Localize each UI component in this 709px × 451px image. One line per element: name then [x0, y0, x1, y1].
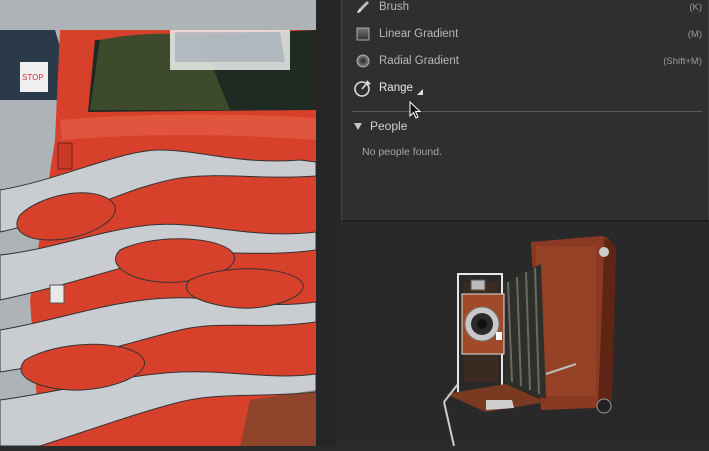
tool-shortcut-radial-gradient: (Shift+M)	[663, 55, 702, 67]
mouse-cursor-icon	[409, 101, 421, 119]
photo-car-flames: STOP	[0, 0, 316, 446]
camera-image	[443, 236, 617, 447]
radial-gradient-icon	[354, 52, 372, 70]
brush-icon	[354, 0, 372, 16]
tool-range[interactable]: Range	[354, 77, 702, 99]
car-image: STOP	[0, 0, 316, 446]
tool-label-brush: Brush	[379, 1, 410, 13]
dropdown-caret-icon[interactable]	[416, 89, 423, 95]
svg-text:STOP: STOP	[22, 73, 44, 82]
preview-camera-photo	[336, 224, 709, 447]
section-divider	[352, 111, 702, 112]
people-section-header[interactable]: People	[354, 117, 407, 135]
tool-label-radial-gradient: Radial Gradient	[379, 55, 459, 67]
disclosure-triangle-icon[interactable]	[354, 122, 362, 130]
mask-tools-panel: Brush (K) Linear Gradient (M) Radial Gra…	[341, 0, 709, 222]
tool-label-range: Range	[379, 82, 413, 94]
people-empty-message: No people found.	[362, 146, 442, 158]
linear-gradient-icon	[354, 25, 372, 43]
tool-linear-gradient[interactable]: Linear Gradient (M)	[354, 23, 702, 45]
tool-brush[interactable]: Brush (K)	[354, 0, 702, 18]
tool-radial-gradient[interactable]: Radial Gradient (Shift+M)	[354, 50, 702, 72]
people-title: People	[370, 119, 408, 133]
range-mask-icon	[354, 79, 372, 97]
tool-shortcut-brush: (K)	[689, 1, 702, 13]
tool-label-linear-gradient: Linear Gradient	[379, 28, 459, 40]
tool-shortcut-linear-gradient: (M)	[687, 28, 702, 40]
